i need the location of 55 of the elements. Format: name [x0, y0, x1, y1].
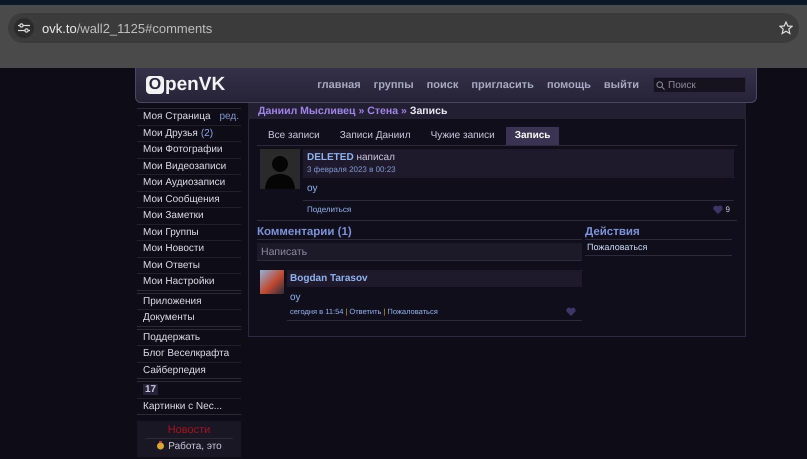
- sidebar-link[interactable]: Мои Видеозаписи: [143, 160, 226, 172]
- sidebar-link[interactable]: Мои Группы: [143, 226, 199, 238]
- friends-count: (2): [200, 128, 214, 139]
- nav-link[interactable]: поиск: [426, 79, 458, 91]
- sidebar-link[interactable]: Сайберпедия: [143, 364, 206, 376]
- search-icon: [656, 81, 665, 90]
- comment-author[interactable]: Bogdan Tarasov: [290, 273, 368, 284]
- sidebar-link[interactable]: Мои Фотографии: [143, 144, 223, 156]
- tab[interactable]: Запись: [506, 127, 560, 145]
- action-link[interactable]: Пожаловаться: [585, 240, 732, 256]
- breadcrumb-link[interactable]: Стена: [367, 105, 398, 117]
- sidebar-link[interactable]: Блог Веселкрафта: [143, 348, 230, 360]
- sidebar-link[interactable]: Приложения: [143, 296, 202, 307]
- breadcrumb-current: Запись: [410, 105, 448, 117]
- post-action: написал: [356, 152, 395, 163]
- breadcrumb-separator: »: [358, 105, 364, 117]
- bookmark-star-icon[interactable]: [779, 21, 793, 35]
- breadcrumb-link[interactable]: Даниил Мысливец: [258, 105, 356, 117]
- award-icon: [156, 441, 166, 452]
- sidebar-link[interactable]: Документы: [143, 312, 195, 324]
- like-count: 9: [726, 205, 730, 214]
- sidebar-link[interactable]: Моя Страница: [143, 111, 211, 122]
- avatar-image[interactable]: [260, 270, 284, 294]
- sidebar-link[interactable]: Мои Друзья: [143, 128, 198, 139]
- news-item[interactable]: Работа, это: [168, 441, 222, 452]
- nav-link[interactable]: группы: [374, 79, 414, 91]
- post-date[interactable]: 3 февраля 2023 в 00:23: [307, 165, 730, 174]
- sidebar-link[interactable]: Мои Заметки: [143, 210, 204, 222]
- edit-link[interactable]: ред.: [219, 111, 241, 122]
- sidebar-link[interactable]: Картинки с Nec...: [143, 400, 222, 412]
- breadcrumb-separator: »: [401, 105, 407, 117]
- comment-input[interactable]: Написать: [257, 243, 582, 261]
- sidebar-link[interactable]: Мои Новости: [143, 243, 204, 254]
- sidebar-link[interactable]: Поддержать: [143, 332, 200, 343]
- comment-text: оу: [290, 292, 300, 303]
- sidebar-link[interactable]: Мои Аудиозаписи: [143, 177, 226, 188]
- share-link[interactable]: Поделиться: [307, 205, 352, 214]
- nav-link[interactable]: помощь: [546, 79, 591, 91]
- sidebar-link[interactable]: Мои Сообщения: [143, 194, 220, 205]
- nav-link[interactable]: выйти: [604, 79, 639, 91]
- tab[interactable]: Все записи: [259, 127, 329, 145]
- tab[interactable]: Чужие записи: [422, 127, 504, 145]
- comments-title: Комментарии (1): [257, 226, 582, 240]
- author-link[interactable]: DELETED: [307, 152, 354, 163]
- actions-title: Действия: [585, 226, 732, 240]
- post-text: оу: [307, 183, 318, 194]
- search-field[interactable]: Поиск: [653, 77, 746, 93]
- news-title: Новости: [168, 424, 210, 436]
- tab[interactable]: Записи Даниил: [330, 127, 420, 145]
- sidebar-link[interactable]: Мои Настройки: [143, 276, 214, 288]
- counter-badge: 17: [143, 384, 158, 396]
- site-settings-icon[interactable]: [14, 18, 34, 38]
- nav-link[interactable]: главная: [317, 79, 361, 91]
- nav-link[interactable]: пригласить: [471, 79, 534, 91]
- sidebar-link[interactable]: Мои Ответы: [143, 260, 200, 271]
